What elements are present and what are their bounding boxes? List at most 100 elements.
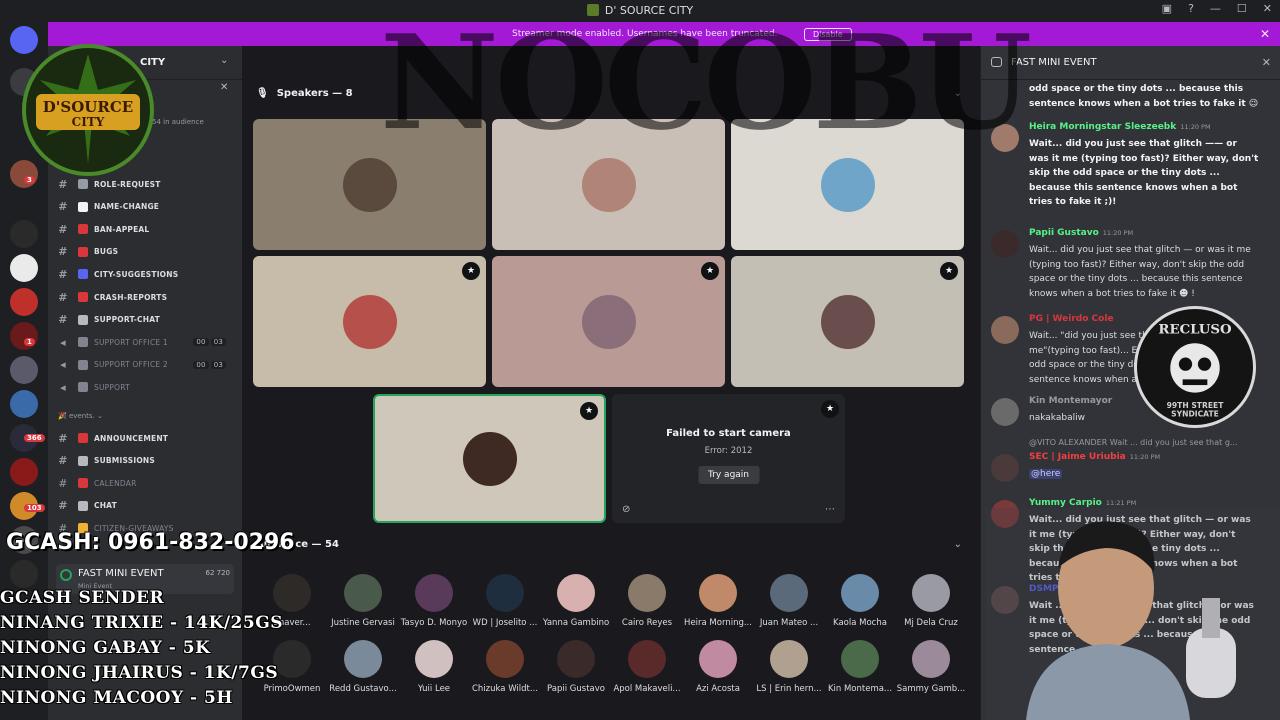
message-author[interactable]: Heira Morningstar Sleezeebk 11:20 PM — [1029, 122, 1211, 132]
avatar[interactable] — [991, 398, 1019, 426]
close-window-button[interactable]: ✕ — [1263, 2, 1272, 15]
unread-badge: 1 — [24, 338, 35, 346]
server-icon[interactable] — [10, 356, 38, 384]
server-icon[interactable] — [10, 254, 38, 282]
audience-member[interactable]: Justine Gervasi — [327, 574, 399, 628]
minimize-button[interactable]: — — [1210, 2, 1221, 15]
channel-item[interactable]: # ANNOUNCEMENT — [56, 428, 236, 448]
message-time: 11:21 PM — [1105, 499, 1137, 507]
channel-item[interactable]: # BUGS — [56, 242, 236, 262]
channel-item[interactable]: # NAME-CHANGE — [56, 197, 236, 217]
audience-member[interactable]: Apol Makaveli... — [611, 640, 683, 694]
audience-member[interactable]: Kaola Mocha — [824, 574, 896, 628]
audience-member[interactable]: Tasyo D. Monyo — [398, 574, 470, 628]
message-text: Wait... did you just see that glitch — o… — [1029, 245, 1251, 299]
close-icon[interactable]: ✕ — [1260, 27, 1270, 41]
channel-item[interactable]: # CALENDAR — [56, 473, 236, 493]
avatar — [415, 574, 453, 612]
audience-member[interactable]: Azi Acosta — [682, 640, 754, 694]
unread-badge: 366 — [24, 434, 45, 442]
channel-label: CALENDAR — [94, 478, 137, 488]
category-label: events. — [68, 412, 95, 420]
avatar[interactable] — [991, 230, 1019, 258]
message-author[interactable]: Kin Montemayor — [1029, 396, 1116, 406]
channel-label: SUPPORT — [94, 382, 130, 392]
category-events[interactable]: 🎉 events. ⌄ — [58, 412, 103, 420]
close-icon[interactable]: ✕ — [220, 82, 228, 93]
server-icon[interactable] — [10, 220, 38, 248]
channel-item[interactable]: # SUBMISSIONS — [56, 451, 236, 471]
speakers-label: Speakers — 8 — [276, 88, 353, 99]
server-icon[interactable] — [10, 390, 38, 418]
audience-member[interactable]: Mj Dela Cruz — [895, 574, 967, 628]
message-author[interactable]: PG | Weirdo Cole — [1029, 314, 1118, 324]
error-code: Error: 2012 — [704, 446, 753, 456]
hashtag-icon: # — [58, 499, 68, 513]
maximize-button[interactable]: ☐ — [1237, 2, 1247, 15]
try-again-button[interactable]: Try again — [697, 466, 760, 484]
channel-emoji-icon — [78, 455, 88, 466]
message-author[interactable]: SEC | Jaime Uriubia 11:20 PM — [1029, 452, 1160, 462]
chevron-down-icon[interactable]: ⌄ — [220, 55, 228, 66]
reply-preview[interactable]: @VITO ALEXANDER Wait ... did you just se… — [1029, 438, 1269, 447]
channel-item[interactable]: # SUPPORT-CHAT — [56, 310, 236, 330]
audience-member[interactable]: Yuii Lee — [398, 640, 470, 694]
avatar[interactable] — [991, 454, 1019, 482]
channel-label: SUPPORT OFFICE 1 — [94, 337, 168, 347]
avatar — [557, 574, 595, 612]
channel-emoji-icon — [78, 246, 88, 257]
speaker-tile[interactable]: ★ — [253, 256, 486, 387]
audience-name: Cairo Reyes — [621, 618, 673, 628]
message-author[interactable]: Papii Gustavo 11:20 PM — [1029, 228, 1133, 238]
audience-member[interactable]: LS | Erin hern... — [753, 640, 825, 694]
audience-member[interactable]: Cairo Reyes — [611, 574, 683, 628]
avatar[interactable] — [991, 316, 1019, 344]
speaker-tile[interactable]: ★ — [373, 394, 606, 523]
chevron-down-icon[interactable]: ⌄ — [954, 539, 962, 550]
channel-item[interactable]: # CRASH-REPORTS — [56, 287, 236, 307]
mention[interactable]: @here — [1029, 469, 1063, 479]
audience-member[interactable]: Juan Mateo ... — [753, 574, 825, 628]
server-icon[interactable] — [10, 560, 38, 588]
mic-muted-icon: ⊘ — [622, 504, 631, 515]
audience-member[interactable]: WD | Joselito ... — [469, 574, 541, 628]
audience-name: Chizuka Wildt... — [472, 684, 538, 694]
audience-member[interactable]: Kin Montema... — [824, 640, 896, 694]
donor-line: NINONG JHAIRUS - 1K/7GS — [0, 663, 279, 683]
audience-name: Mj Dela Cruz — [904, 618, 958, 628]
channel-item[interactable]: ◂ SUPPORT OFFICE 2 00 03 — [56, 355, 236, 375]
channel-item[interactable]: # BAN-APPEAL — [56, 219, 236, 239]
error-title: Failed to start camera — [666, 428, 791, 439]
message-text: nakakabaliw — [1029, 413, 1085, 423]
channel-item[interactable]: ◂ SUPPORT OFFICE 1 00 03 — [56, 332, 236, 352]
channel-item[interactable]: # CITY-SUGGESTIONS — [56, 264, 236, 284]
channel-item[interactable]: # CHAT — [56, 496, 236, 516]
inbox-icon[interactable]: ▣ — [1162, 2, 1172, 15]
speaker-tile[interactable]: ★ — [492, 256, 725, 387]
server-icon[interactable] — [10, 458, 38, 486]
audience-member[interactable]: Redd Gustavo... — [327, 640, 399, 694]
message-body: Wait... did you just see that glitch — o… — [1029, 243, 1259, 301]
audience-member[interactable]: Heira Morning... — [682, 574, 754, 628]
audience-member[interactable]: Papii Gustavo — [540, 640, 612, 694]
help-icon[interactable]: ? — [1188, 2, 1194, 15]
server-icon[interactable] — [10, 288, 38, 316]
message-time: 11:20 PM — [1129, 453, 1161, 461]
audience-member[interactable]: Yanna Gambino — [540, 574, 612, 628]
avatar — [770, 640, 808, 678]
channel-item[interactable]: ◂ SUPPORT — [56, 377, 236, 397]
audience-member[interactable]: Chizuka Wildt... — [469, 640, 541, 694]
message-author[interactable]: Yummy Carpio 11:21 PM — [1029, 498, 1136, 508]
close-icon[interactable]: ✕ — [1262, 56, 1271, 69]
speakers-header[interactable]: 🎙 Speakers — 8 — [256, 88, 353, 99]
avatar — [581, 157, 636, 212]
channel-emoji-icon — [78, 382, 88, 393]
speaker-tile[interactable]: ★ — [731, 256, 964, 387]
window-controls: ▣ ? — ☐ ✕ — [1162, 2, 1272, 15]
channel-label: CRASH-REPORTS — [94, 292, 168, 302]
more-options-icon[interactable]: ⋯ — [825, 504, 835, 515]
server-icon[interactable] — [10, 322, 38, 350]
moderator-icon: ★ — [701, 262, 719, 280]
avatar — [415, 640, 453, 678]
audience-member[interactable]: Sammy Gamb... — [895, 640, 967, 694]
